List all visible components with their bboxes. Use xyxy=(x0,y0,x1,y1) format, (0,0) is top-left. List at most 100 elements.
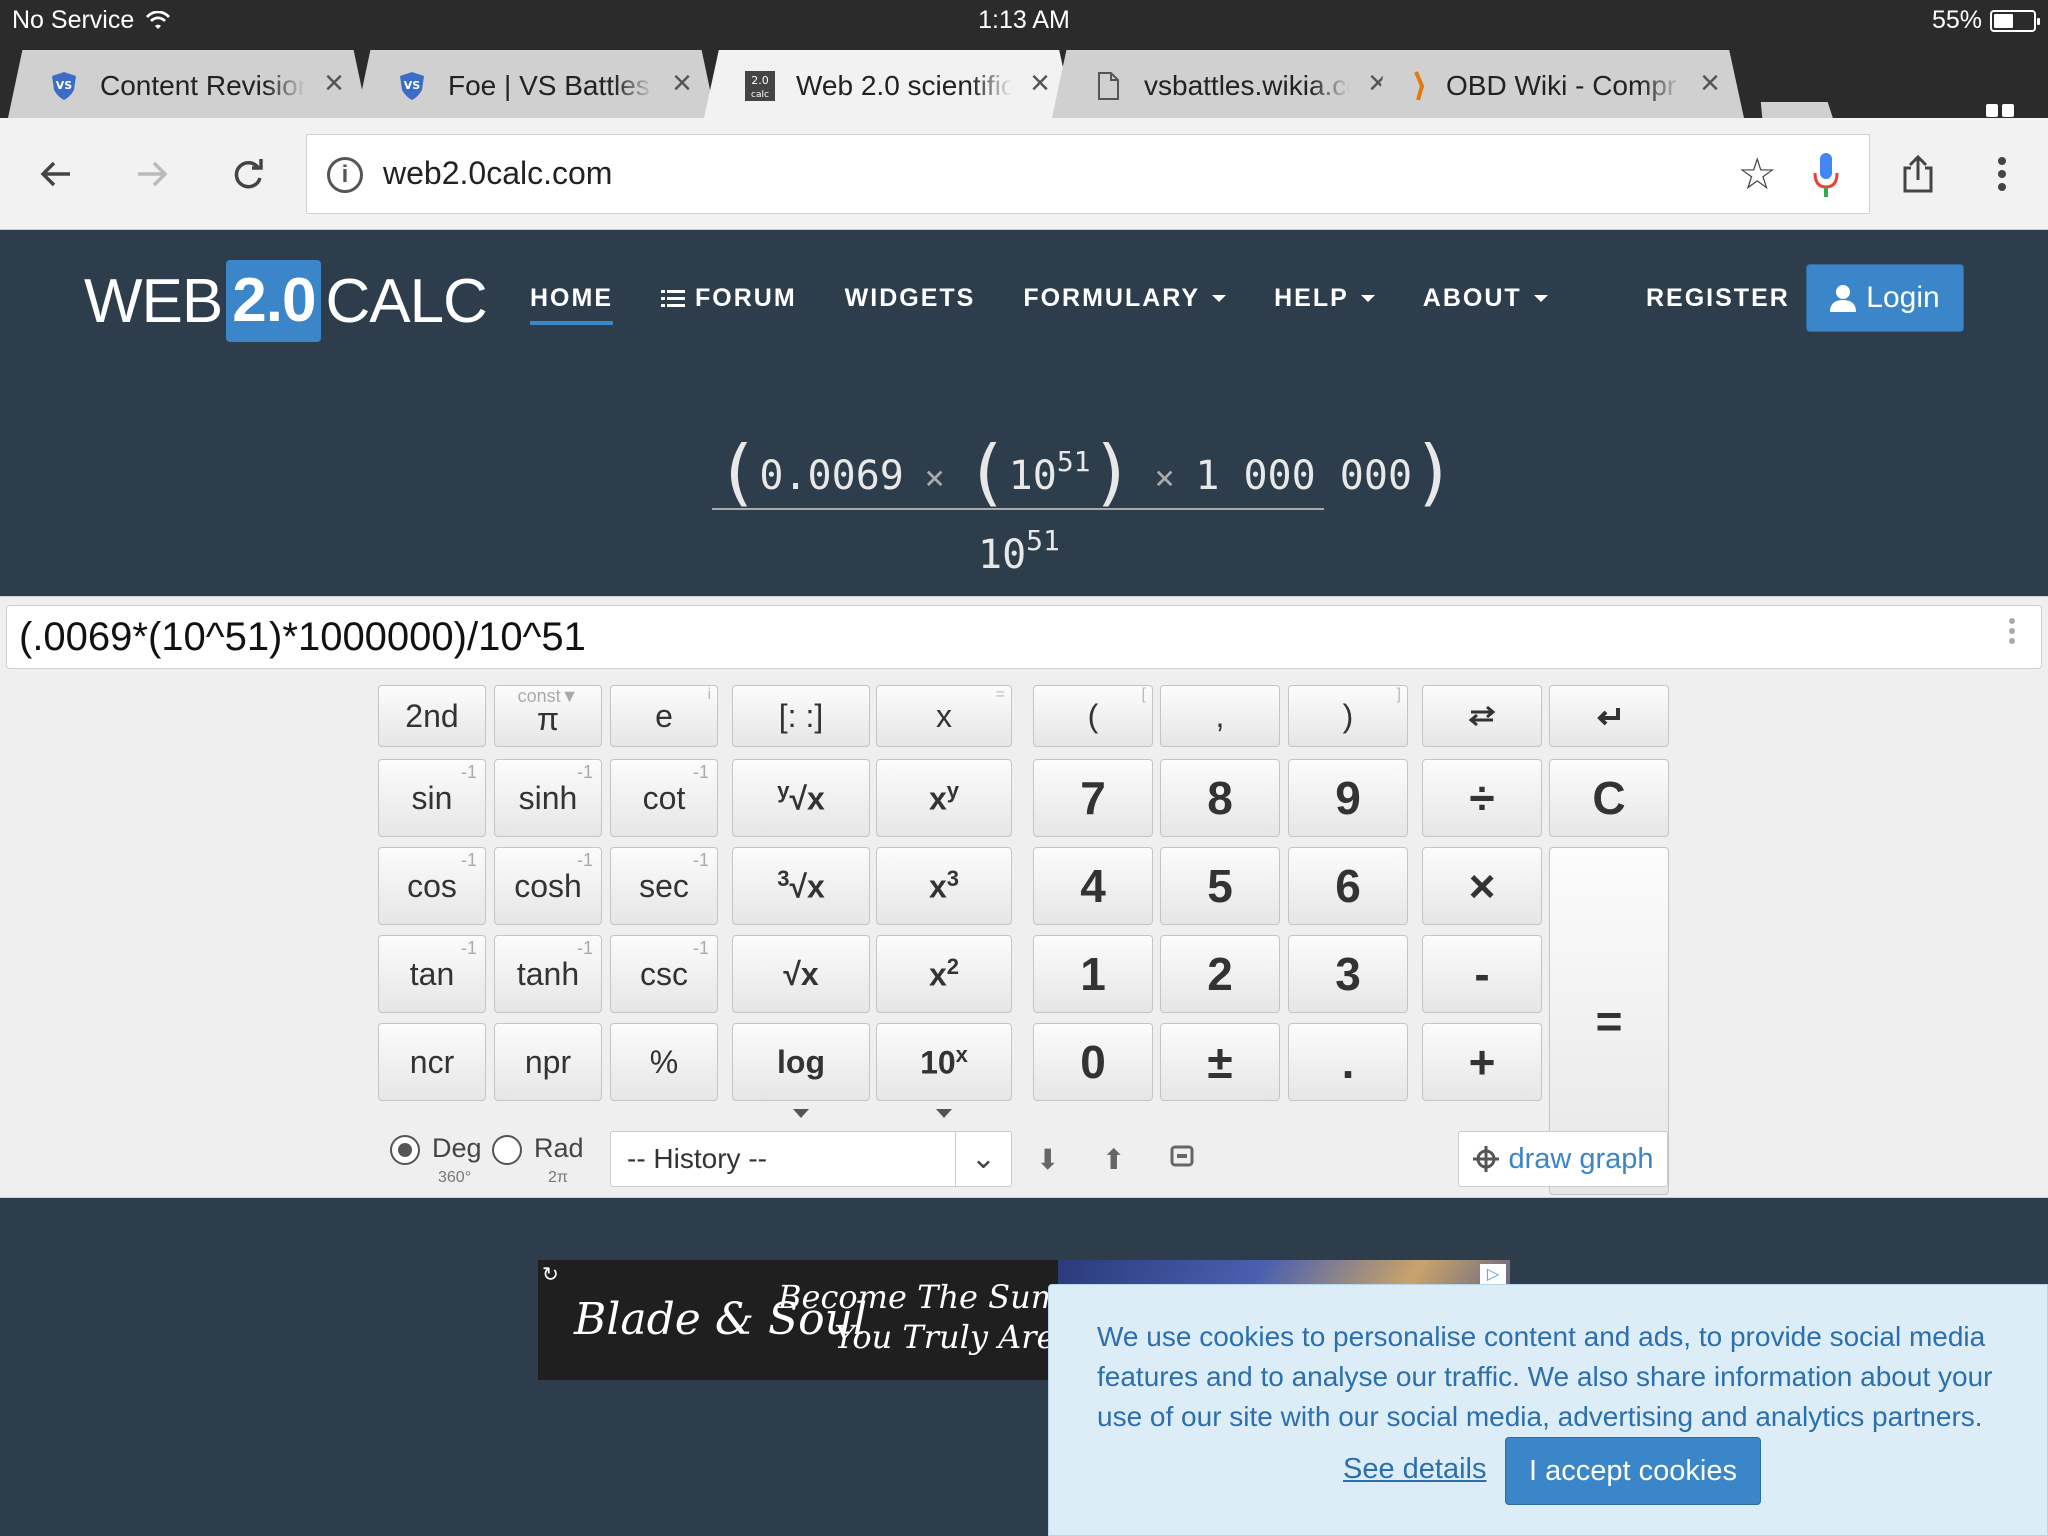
log-dropdown-icon[interactable] xyxy=(793,1109,809,1118)
key-decimal[interactable]: . xyxy=(1288,1023,1408,1101)
key-tan[interactable]: -1 tan xyxy=(378,935,486,1013)
close-tab-icon[interactable]: × xyxy=(324,64,344,103)
adchoices-icon[interactable]: ▷ xyxy=(1480,1264,1506,1286)
forward-icon[interactable] xyxy=(126,148,178,200)
info-icon[interactable]: i xyxy=(327,157,363,193)
key-5[interactable]: 5 xyxy=(1160,847,1280,925)
key-clear[interactable]: C xyxy=(1549,759,1669,837)
tab-obd-wiki[interactable]: OBD Wiki - Compr × xyxy=(1374,50,1744,118)
key-plus[interactable]: + xyxy=(1422,1023,1542,1101)
address-bar[interactable]: i web2.0calc.com ☆ xyxy=(306,134,1870,214)
key-label: % xyxy=(649,1043,679,1080)
key-multiply[interactable]: × xyxy=(1422,847,1542,925)
key-1[interactable]: 1 xyxy=(1033,935,1153,1013)
key-matrix[interactable]: [: :] xyxy=(732,685,870,747)
share-icon[interactable] xyxy=(1892,148,1944,200)
nav-about[interactable]: ABOUT xyxy=(1423,284,1548,313)
expression-input[interactable]: (.0069*(10^51)*1000000)/10^51 xyxy=(6,605,2042,669)
key-2[interactable]: 2 xyxy=(1160,935,1280,1013)
key-sec[interactable]: -1 sec xyxy=(610,847,718,925)
tab-content-revision[interactable]: VS Content Revision × xyxy=(8,50,368,118)
deg-radio[interactable] xyxy=(390,1135,420,1165)
nav-formulary[interactable]: FORMULARY xyxy=(1023,284,1227,313)
key-log[interactable]: log xyxy=(732,1023,870,1101)
close-tab-icon[interactable]: × xyxy=(672,64,692,103)
close-tab-icon[interactable]: × xyxy=(1030,64,1050,103)
key-2nd[interactable]: 2nd xyxy=(378,685,486,747)
key-sinh[interactable]: -1 sinh xyxy=(494,759,602,837)
key-cube-root[interactable]: 3√x xyxy=(732,847,870,925)
reload-icon[interactable] xyxy=(222,148,274,200)
chevron-down-icon: ⌄ xyxy=(955,1132,1011,1186)
see-details-link[interactable]: See details xyxy=(1343,1453,1487,1486)
key-percent[interactable]: % xyxy=(610,1023,718,1101)
site-logo[interactable]: WEB 2.0 CALC xyxy=(84,260,488,342)
keyboard-icon[interactable] xyxy=(1170,1143,1194,1175)
draw-graph-button[interactable]: draw graph xyxy=(1458,1131,1668,1187)
key-minus[interactable]: - xyxy=(1422,935,1542,1013)
back-icon[interactable] xyxy=(30,148,82,200)
key-label: 0 xyxy=(1080,1036,1106,1088)
microphone-icon[interactable] xyxy=(1811,151,1841,199)
key-label: sin xyxy=(411,779,453,816)
key-left-paren[interactable]: [( xyxy=(1033,685,1153,747)
key-x-squared[interactable]: x2 xyxy=(876,935,1012,1013)
replay-icon[interactable]: ↻ xyxy=(542,1262,559,1287)
obd-icon xyxy=(1414,71,1425,101)
key-8[interactable]: 8 xyxy=(1160,759,1280,837)
key-cosh[interactable]: -1 cosh xyxy=(494,847,602,925)
key-cos[interactable]: -1 cos xyxy=(378,847,486,925)
nav-widgets[interactable]: WIDGETS xyxy=(845,284,976,313)
input-menu-icon[interactable] xyxy=(2009,618,2015,644)
key-sqrt[interactable]: √x xyxy=(732,935,870,1013)
nav-help[interactable]: HELP xyxy=(1274,284,1375,313)
key-label: 1 xyxy=(1080,948,1106,1000)
key-backspace[interactable] xyxy=(1549,685,1669,747)
login-button[interactable]: Login xyxy=(1806,264,1964,332)
key-ten-pow-x[interactable]: 10x xyxy=(876,1023,1012,1101)
rad-label: Rad xyxy=(534,1133,584,1163)
key-cot[interactable]: -1 cot xyxy=(610,759,718,837)
close-tab-icon[interactable]: × xyxy=(1700,64,1720,103)
key-swap[interactable] xyxy=(1422,685,1542,747)
key-plus-minus[interactable]: ± xyxy=(1160,1023,1280,1101)
key-6[interactable]: 6 xyxy=(1288,847,1408,925)
key-label: 5 xyxy=(1207,860,1233,912)
pow-dropdown-icon[interactable] xyxy=(936,1109,952,1118)
key-0[interactable]: 0 xyxy=(1033,1023,1153,1101)
bookmark-star-icon[interactable]: ☆ xyxy=(1738,149,1777,200)
nav-home[interactable]: HOME xyxy=(530,284,613,325)
key-x[interactable]: = x xyxy=(876,685,1012,747)
accept-cookies-button[interactable]: I accept cookies xyxy=(1505,1437,1761,1505)
history-select[interactable]: -- History -- ⌄ xyxy=(610,1131,1012,1187)
key-tanh[interactable]: -1 tanh xyxy=(494,935,602,1013)
key-9[interactable]: 9 xyxy=(1288,759,1408,837)
key-right-paren[interactable]: ]) xyxy=(1288,685,1408,747)
backspace-icon xyxy=(1597,708,1620,726)
key-comma[interactable]: , xyxy=(1160,685,1280,747)
tab-title: Web 2.0 scientific xyxy=(796,70,1012,102)
tab-foe-vs-battles[interactable]: VS Foe | VS Battles W × xyxy=(356,50,716,118)
key-pi[interactable]: const▼ π xyxy=(494,685,602,747)
key-label: 4 xyxy=(1080,860,1106,912)
key-sin[interactable]: -1 sin xyxy=(378,759,486,837)
key-divide[interactable]: ÷ xyxy=(1422,759,1542,837)
key-4[interactable]: 4 xyxy=(1033,847,1153,925)
arrow-down-icon[interactable]: ⬇ xyxy=(1036,1143,1059,1176)
tab-web2calc[interactable]: 2.0 calc Web 2.0 scientific × xyxy=(704,50,1074,118)
key-x-cubed[interactable]: x3 xyxy=(876,847,1012,925)
nav-forum[interactable]: FORUM xyxy=(661,284,797,313)
key-3[interactable]: 3 xyxy=(1288,935,1408,1013)
rad-radio[interactable] xyxy=(492,1135,522,1165)
key-ncr[interactable]: ncr xyxy=(378,1023,486,1101)
key-yth-root[interactable]: y√x xyxy=(732,759,870,837)
tab-vsbattles-wikia[interactable]: vsbattles.wikia.co × xyxy=(1052,50,1412,118)
key-7[interactable]: 7 xyxy=(1033,759,1153,837)
key-x-pow-y[interactable]: xy xyxy=(876,759,1012,837)
key-csc[interactable]: -1 csc xyxy=(610,935,718,1013)
arrow-up-icon[interactable]: ⬆ xyxy=(1102,1143,1125,1176)
key-npr[interactable]: npr xyxy=(494,1023,602,1101)
menu-kebab-icon[interactable] xyxy=(1976,148,2028,200)
key-e[interactable]: ie xyxy=(610,685,718,747)
nav-register[interactable]: REGISTER xyxy=(1646,284,1790,313)
